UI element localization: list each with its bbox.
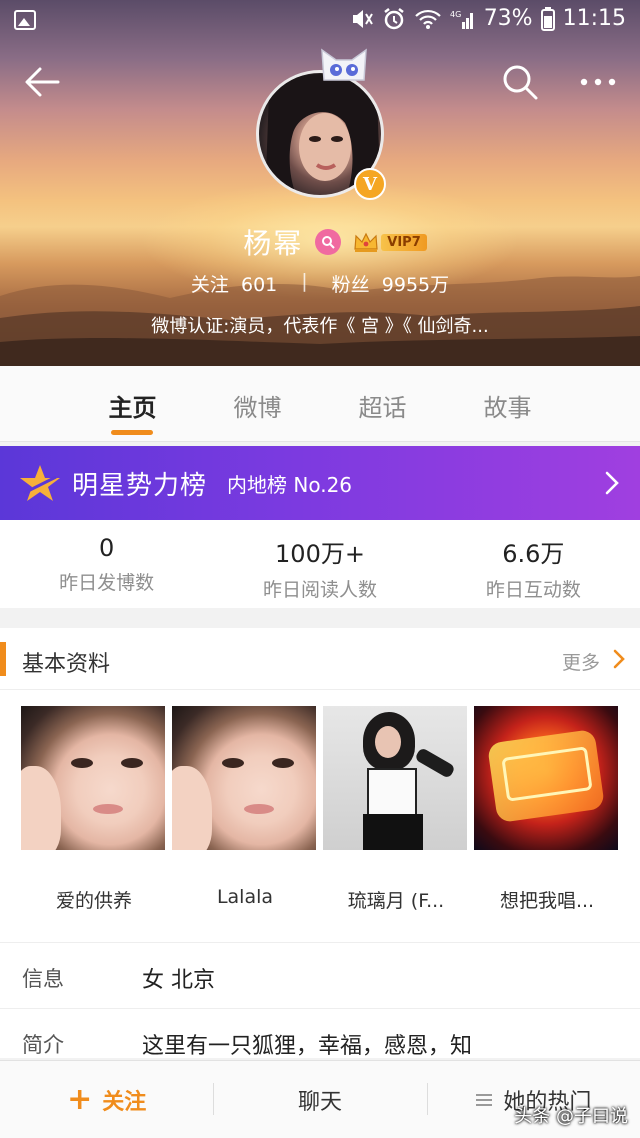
basic-info-header: 基本资料 更多 bbox=[0, 628, 640, 690]
work-caption: 爱的供养 bbox=[55, 890, 132, 912]
counts-divider: | bbox=[301, 270, 308, 292]
work-item[interactable]: Lalala bbox=[172, 706, 318, 908]
verified-v-icon: V bbox=[354, 168, 386, 200]
crown-icon bbox=[354, 232, 378, 252]
stat-value: 6.6万 bbox=[502, 540, 565, 568]
battery-icon bbox=[540, 6, 555, 31]
signal-icon: 4G bbox=[450, 10, 473, 29]
following-count: 601 bbox=[240, 274, 278, 296]
profile-tabs: 主页 微博 超话 故事 bbox=[0, 366, 640, 442]
status-bar: 4G 73% 11:15 bbox=[0, 0, 640, 44]
info-row-details[interactable]: 信息 女 北京 bbox=[0, 942, 640, 1008]
basic-info-title: 基本资料 bbox=[22, 652, 111, 677]
info-label: 简介 bbox=[22, 1033, 64, 1057]
more-options-icon[interactable] bbox=[576, 62, 620, 102]
vip-level-label: VIP7 bbox=[381, 233, 427, 251]
chevron-right-icon[interactable] bbox=[612, 648, 626, 670]
follow-counts: 关注 601 | 粉丝 9955万 bbox=[0, 270, 640, 297]
mute-icon bbox=[352, 9, 373, 28]
works-list: 爱的供养 Lalala 琉璃月 (F... 想把我唱... bbox=[0, 690, 640, 942]
work-caption: Lalala bbox=[216, 886, 274, 908]
back-arrow-icon[interactable] bbox=[22, 62, 62, 102]
rank-title: 明星势力榜 bbox=[72, 470, 208, 501]
stat-value: 0 bbox=[99, 534, 115, 562]
info-value: 女 北京 bbox=[142, 968, 215, 993]
stat-label: 昨日互动数 bbox=[485, 579, 581, 601]
follow-label: 关注 bbox=[102, 1089, 147, 1115]
follow-button[interactable]: + 关注 bbox=[0, 1061, 213, 1138]
stat-label: 昨日发博数 bbox=[59, 572, 155, 594]
basic-info-card: 基本资料 更多 爱的供养 Lalala 琉璃月 (F... 想把我唱... 信息… bbox=[0, 628, 640, 1059]
svg-text:4G: 4G bbox=[450, 10, 461, 19]
following-label: 关注 bbox=[190, 274, 229, 296]
stat-label: 昨日阅读人数 bbox=[262, 579, 377, 601]
stat-value: 100万+ bbox=[275, 540, 365, 568]
followers-label: 粉丝 bbox=[331, 274, 370, 296]
rank-subtitle: 内地榜 No.26 bbox=[227, 472, 353, 497]
followers-count: 9955万 bbox=[381, 274, 450, 296]
list-icon bbox=[476, 1093, 493, 1106]
chevron-right-icon bbox=[605, 471, 619, 495]
album-cover bbox=[323, 706, 467, 850]
stat-posts: 0 昨日发博数 bbox=[0, 520, 213, 608]
album-cover bbox=[21, 706, 165, 850]
star-icon bbox=[20, 465, 60, 501]
watermark: 头条 @子曰说 bbox=[514, 1106, 628, 1127]
female-gender-icon bbox=[315, 229, 342, 255]
work-caption: 想把我唱... bbox=[499, 890, 595, 912]
alarm-icon bbox=[383, 7, 404, 29]
following-stat[interactable]: 关注 601 bbox=[191, 270, 277, 297]
cat-decoration-icon bbox=[321, 48, 367, 81]
work-item[interactable]: 琉璃月 (F... bbox=[323, 706, 469, 913]
clock: 11:15 bbox=[562, 6, 626, 31]
more-link[interactable]: 更多 bbox=[562, 648, 600, 675]
work-item[interactable]: 爱的供养 bbox=[21, 706, 167, 913]
work-item[interactable]: 想把我唱... bbox=[474, 706, 620, 913]
plus-icon: + bbox=[67, 1082, 93, 1117]
section-accent-bar bbox=[0, 642, 6, 676]
search-icon[interactable] bbox=[500, 62, 540, 102]
album-cover bbox=[474, 706, 618, 850]
album-cover bbox=[172, 706, 316, 850]
gallery-icon bbox=[14, 10, 36, 30]
stat-readers: 100万+ 昨日阅读人数 bbox=[213, 520, 426, 608]
profile-name: 杨幂 bbox=[243, 227, 304, 260]
daily-stats: 0 昨日发博数 100万+ 昨日阅读人数 6.6万 昨日互动数 bbox=[0, 520, 640, 608]
tab-home[interactable]: 主页 bbox=[70, 366, 195, 441]
chat-label: 聊天 bbox=[297, 1089, 342, 1115]
tab-stories[interactable]: 故事 bbox=[445, 366, 570, 441]
verification-text[interactable]: 微博认证:演员，代表作《 宫 》《 仙剑奇... bbox=[0, 312, 640, 338]
battery-percent: 73% bbox=[483, 6, 533, 31]
chat-button[interactable]: 聊天 bbox=[213, 1061, 426, 1138]
profile-header: 4G 73% 11:15 V 杨幂 VIP7 关注 601 | 粉丝 9955万… bbox=[0, 0, 640, 366]
vip-badge[interactable]: VIP7 bbox=[353, 231, 427, 253]
followers-stat[interactable]: 粉丝 9955万 bbox=[332, 270, 449, 297]
work-caption: 琉璃月 (F... bbox=[347, 890, 445, 912]
star-rank-banner[interactable]: 明星势力榜 内地榜 No.26 bbox=[0, 446, 640, 520]
wifi-icon bbox=[414, 9, 441, 29]
stat-interactions: 6.6万 昨日互动数 bbox=[427, 520, 640, 608]
tab-weibo[interactable]: 微博 bbox=[195, 366, 320, 441]
info-label: 信息 bbox=[22, 967, 64, 991]
tab-super-topic[interactable]: 超话 bbox=[320, 366, 445, 441]
info-value: 这里有一只狐狸，幸福，感恩，知 bbox=[142, 1034, 473, 1059]
